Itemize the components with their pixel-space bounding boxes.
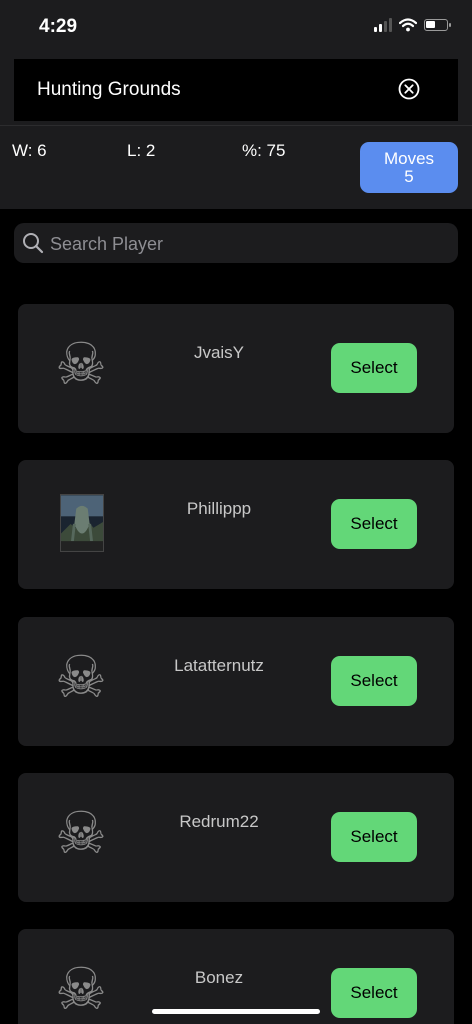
win-percent-stat: %: 75 — [242, 141, 286, 160]
skull-icon: ☠ — [55, 957, 107, 1022]
moves-label: Moves — [383, 148, 435, 168]
home-indicator[interactable] — [152, 1009, 320, 1014]
search-bar[interactable] — [14, 223, 458, 265]
cellular-signal-icon — [374, 18, 392, 32]
select-button[interactable]: Select — [331, 343, 417, 393]
stats-bar: W: 6 L: 2 %: 75 Moves 5 — [0, 125, 472, 209]
player-name: JvaisY — [193, 343, 245, 362]
player-name: Redrum22 — [179, 812, 259, 831]
losses-stat: L: 2 — [127, 141, 156, 160]
player-card: ☠ Latatternutz Select — [18, 617, 454, 746]
battery-icon — [424, 19, 451, 31]
title-bar: Hunting Grounds — [14, 59, 458, 121]
select-button[interactable]: Select — [331, 812, 417, 862]
search-icon — [23, 233, 44, 254]
select-button[interactable]: Select — [331, 656, 417, 706]
status-time: 4:29 — [39, 16, 78, 37]
player-card: ☠ Redrum22 Select — [18, 773, 454, 902]
skull-icon: ☠ — [55, 645, 107, 710]
player-card: Phillippp Select — [18, 460, 454, 589]
player-name: Phillippp — [186, 499, 252, 518]
skull-icon: ☠ — [55, 332, 107, 397]
search-input[interactable] — [48, 223, 452, 265]
status-icons — [374, 18, 451, 32]
moves-button[interactable]: Moves 5 — [360, 142, 458, 193]
select-button[interactable]: Select — [331, 499, 417, 549]
player-card: ☠ JvaisY Select — [18, 304, 454, 433]
select-button[interactable]: Select — [331, 968, 417, 1018]
player-name: Latatternutz — [174, 656, 264, 675]
page-title: Hunting Grounds — [37, 79, 181, 100]
skull-icon: ☠ — [55, 801, 107, 866]
status-bar: 4:29 — [0, 0, 472, 58]
close-icon[interactable] — [398, 78, 420, 100]
player-name: Bonez — [194, 968, 244, 987]
player-photo-avatar — [60, 494, 104, 552]
wifi-icon — [399, 18, 417, 32]
moves-value: 5 — [404, 166, 414, 186]
wins-stat: W: 6 — [12, 141, 47, 160]
